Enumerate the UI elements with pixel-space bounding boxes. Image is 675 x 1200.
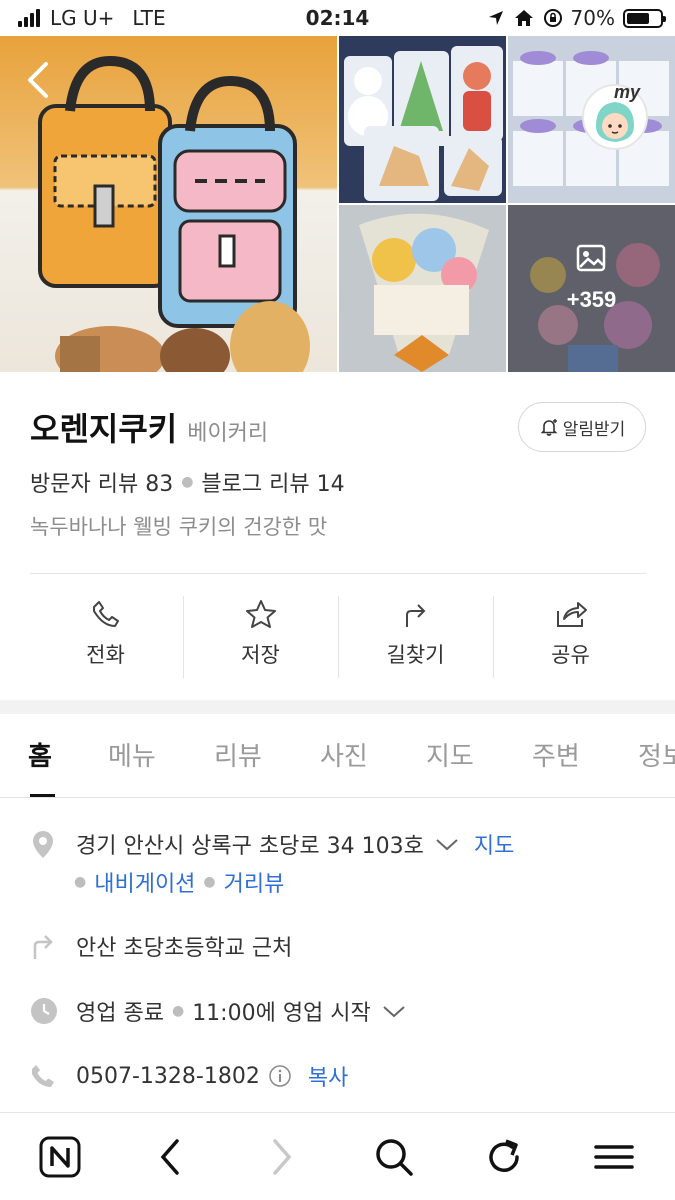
divider: [30, 573, 646, 574]
battery-icon: [623, 8, 666, 28]
photo-christmas-cookies[interactable]: [339, 36, 506, 203]
save-label: 저장: [241, 643, 280, 667]
directions-icon: [405, 604, 425, 627]
tab-nearby[interactable]: 주변: [532, 736, 580, 773]
share-button[interactable]: 공유: [493, 596, 648, 678]
place-header: 오렌지쿠키 베이커리: [30, 404, 268, 450]
hamburger-menu-icon: [594, 1145, 634, 1169]
badge-text: my: [614, 82, 641, 102]
rotation-lock-icon: [543, 9, 562, 27]
share-icon: [556, 602, 587, 627]
hours-row: 영업 종료 ● 11:00에 영업 시작: [30, 995, 407, 1027]
share-label: 공유: [551, 643, 590, 667]
home-icon: [514, 10, 533, 26]
separator-dot: ●: [203, 874, 216, 890]
battery-percent: 70%: [570, 6, 615, 30]
back-arrow-icon[interactable]: [22, 58, 52, 102]
phone-icon: [32, 1065, 54, 1087]
blog-review-label: 블로그 리뷰: [201, 472, 310, 497]
map-link[interactable]: 지도: [474, 828, 514, 860]
tab-review[interactable]: 리뷰: [214, 736, 262, 773]
bell-plus-icon: [540, 419, 558, 436]
review-summary: 방문자 리뷰 83 ● 블로그 리뷰 14: [30, 466, 345, 498]
hours-detail: 11:00에 영업 시작: [192, 1001, 371, 1026]
section-gap: [0, 700, 675, 714]
search-button[interactable]: [370, 1133, 418, 1181]
clock-icon: [31, 998, 57, 1024]
phone-number[interactable]: 0507-1328-1802: [76, 1064, 260, 1089]
more-photos-count: +359: [566, 287, 617, 312]
address-row: 경기 안산시 상록구 초당로 34 103호 지도: [30, 828, 514, 860]
naver-home-button[interactable]: [36, 1133, 84, 1181]
search-icon: [376, 1139, 413, 1176]
tab-map[interactable]: 지도: [426, 736, 474, 773]
separator-dot: ●: [74, 874, 87, 890]
call-button[interactable]: 전화: [28, 596, 183, 678]
chevron-down-icon[interactable]: [434, 834, 460, 854]
blog-review-count: 14: [316, 472, 345, 497]
main-photo[interactable]: [0, 36, 337, 372]
menu-button[interactable]: [590, 1133, 638, 1181]
directions-hint-row: 안산 초당초등학교 근처: [30, 930, 292, 962]
place-name: 오렌지쿠키: [30, 410, 178, 448]
refresh-icon: [489, 1139, 519, 1172]
alarm-button[interactable]: 알림받기: [518, 402, 646, 452]
tab-menu[interactable]: 메뉴: [108, 736, 156, 773]
photo-cookie-bouquet[interactable]: [339, 205, 506, 372]
place-category: 베이커리: [187, 421, 269, 446]
copy-button[interactable]: 복사: [308, 1060, 348, 1092]
tab-info[interactable]: 정보: [638, 736, 675, 773]
blog-review-link[interactable]: 블로그 리뷰 14: [201, 466, 344, 498]
alarm-label: 알림받기: [562, 419, 626, 440]
active-tab-indicator: [30, 794, 55, 797]
directions-label: 길찾기: [386, 643, 445, 667]
info-icon[interactable]: [268, 1064, 292, 1088]
hours-status: 영업 종료: [76, 1001, 164, 1026]
browser-toolbar: [0, 1113, 675, 1200]
separator-dot: ●: [171, 1003, 185, 1019]
action-bar: 전화 저장 길찾기 공유: [28, 596, 648, 678]
place-description: 녹두바나나 웰빙 쿠키의 건강한 맛: [30, 515, 328, 539]
call-label: 전화: [86, 643, 125, 667]
back-button[interactable]: [146, 1133, 194, 1181]
status-bar: LG U+ LTE 02:14 70%: [0, 0, 675, 36]
chevron-down-icon[interactable]: [381, 1001, 407, 1021]
image-icon: [576, 244, 606, 272]
visitor-review-link[interactable]: 방문자 리뷰 83: [30, 466, 173, 498]
navigation-link[interactable]: 내비게이션: [94, 866, 195, 898]
visitor-review-label: 방문자 리뷰: [30, 472, 139, 497]
streetview-link[interactable]: 거리뷰: [224, 866, 285, 898]
directions-button[interactable]: 길찾기: [338, 596, 493, 678]
back-chevron-icon: [160, 1139, 179, 1175]
status-right: 70%: [487, 6, 666, 30]
tab-photo[interactable]: 사진: [320, 736, 368, 773]
tab-home[interactable]: 홈: [28, 736, 52, 773]
cookie-bouquet-image: [339, 205, 506, 372]
photo-more[interactable]: +359: [508, 205, 675, 372]
my-profile-badge[interactable]: my: [582, 82, 648, 150]
location-pin-icon: [33, 831, 53, 858]
address-text: 경기 안산시 상록구 초당로 34 103호: [76, 834, 424, 859]
visitor-review-count: 83: [145, 472, 174, 497]
turn-arrow-icon: [33, 935, 53, 959]
save-button[interactable]: 저장: [183, 596, 338, 678]
phone-row: 0507-1328-1802 복사: [30, 1060, 348, 1092]
directions-hint-text: 안산 초당초등학교 근처: [76, 936, 293, 961]
phone-icon: [92, 601, 119, 627]
tab-bar: 홈 메뉴 리뷰 사진 지도 주변 정보: [0, 714, 675, 798]
photo-gallery: my +359: [0, 36, 675, 372]
address-sub-links: ● 내비게이션 ● 거리뷰: [74, 866, 284, 898]
separator-dot: ●: [181, 474, 194, 490]
forward-button[interactable]: [258, 1133, 306, 1181]
star-icon: [245, 600, 276, 628]
forward-chevron-icon: [273, 1139, 292, 1175]
location-arrow-icon: [488, 11, 503, 25]
naver-n-icon: [39, 1136, 81, 1178]
christmas-cookies-image: [344, 46, 503, 201]
refresh-button[interactable]: [480, 1133, 528, 1181]
